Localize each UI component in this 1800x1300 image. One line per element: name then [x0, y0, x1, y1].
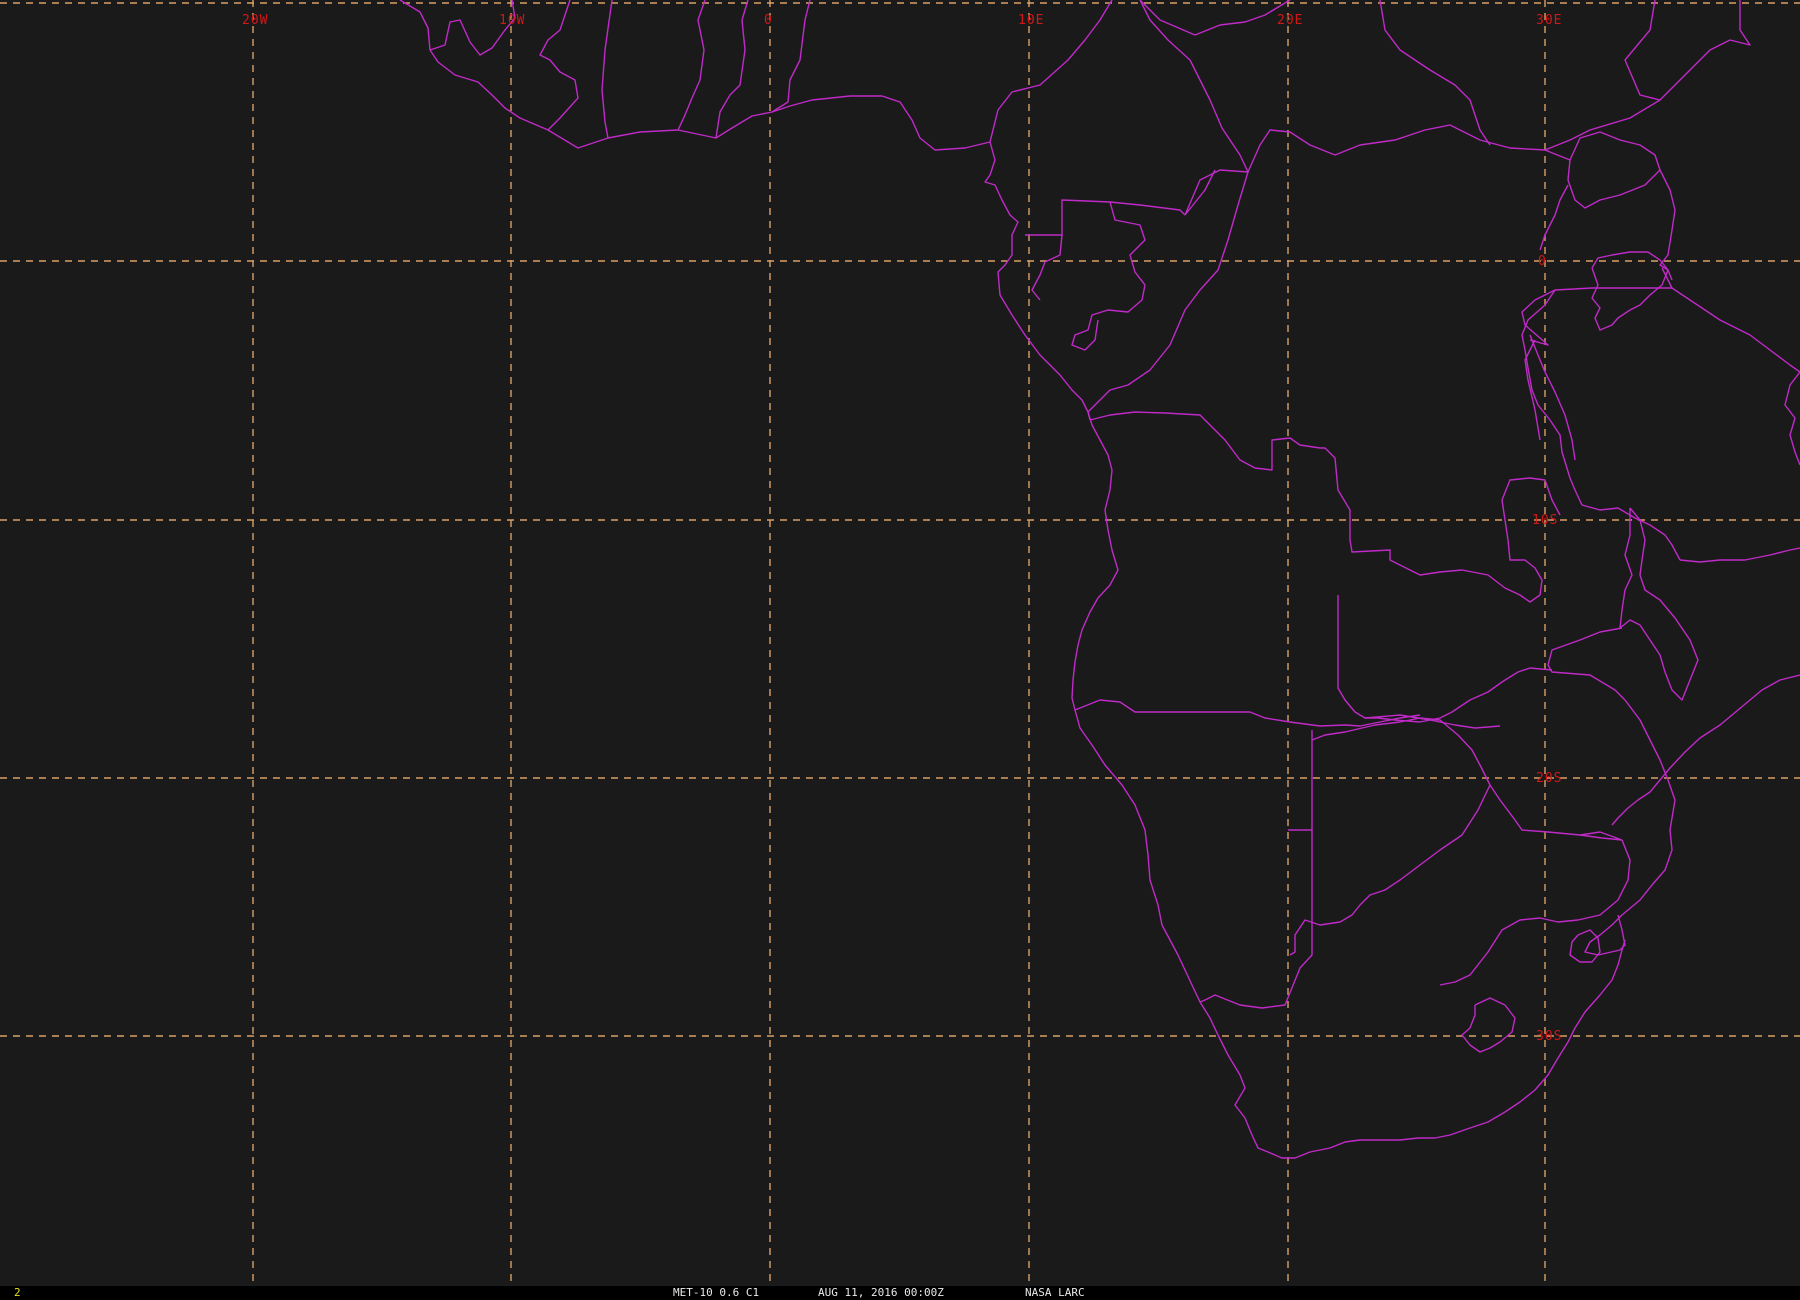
malawi	[1619, 507, 1699, 701]
eswatini	[1569, 929, 1601, 963]
angola-borders	[1089, 411, 1561, 729]
lon-label-20w: 20W	[242, 13, 268, 28]
status-bar: 2 MET-10 0.6 C1 AUG 11, 2016 00:00Z NASA…	[0, 1286, 1800, 1300]
data-credit: NASA LARC	[1025, 1286, 1085, 1299]
country-borders	[399, 0, 1800, 1159]
longitude-labels: 20W 10W 0 10E 20E 30E	[242, 13, 1562, 28]
namibia-borders	[1074, 699, 1421, 1009]
lon-label-30e: 30E	[1536, 13, 1562, 28]
lesotho	[1461, 997, 1516, 1053]
namibia-coast	[1074, 709, 1201, 1003]
tanzania-mozambique-border	[1679, 547, 1800, 563]
lat-label-30s: 30S	[1536, 1029, 1562, 1044]
lon-label-10e: 10E	[1018, 13, 1044, 28]
west-africa-coastline	[399, 0, 991, 151]
lon-label-0: 0	[764, 13, 773, 28]
angola-coast	[1071, 411, 1119, 711]
image-timestamp: AUG 11, 2016 00:00Z	[818, 1286, 944, 1299]
lon-label-10w: 10W	[499, 13, 525, 28]
lat-label-20s: 20S	[1536, 771, 1562, 786]
west-africa-inner-borders	[429, 0, 811, 139]
horn-of-africa-coast	[1784, 371, 1800, 466]
latitude-grid	[0, 2, 1800, 1037]
cameroon-nigeria-border	[989, 0, 1113, 143]
mozambique-zambia-border	[1365, 627, 1626, 723]
satellite-map-viewer: 20W 10W 0 10E 20E 30E 0 10S 20S 30S 2 ME…	[0, 0, 1800, 1300]
latitude-labels: 0 10S 20S 30S	[1532, 254, 1562, 1044]
lat-label-0: 0	[1538, 254, 1547, 269]
mozambique-inner-border	[1584, 699, 1676, 956]
gabon-congo-borders	[1025, 199, 1186, 351]
map-canvas: 20W 10W 0 10E 20E 30E 0 10S 20S 30S	[0, 0, 1800, 1286]
botswana-zimbabwe-borders	[1289, 717, 1631, 986]
congo-drc-border	[1087, 0, 1249, 413]
east-africa-borders	[1521, 267, 1800, 373]
lake-victoria	[1591, 251, 1669, 331]
south-africa-coast	[1199, 939, 1626, 1159]
mozambique-coast	[1611, 674, 1800, 826]
great-rift-lakes	[1521, 184, 1681, 561]
lat-label-10s: 10S	[1532, 513, 1558, 528]
lon-label-20e: 20E	[1277, 13, 1303, 28]
uganda-kenya-borders	[1567, 131, 1676, 281]
car-chad-borders	[1139, 0, 1571, 173]
frame-number: 2	[14, 1286, 21, 1299]
satellite-product-label: MET-10 0.6 C1	[673, 1286, 760, 1299]
longitude-grid	[252, 0, 1546, 1286]
